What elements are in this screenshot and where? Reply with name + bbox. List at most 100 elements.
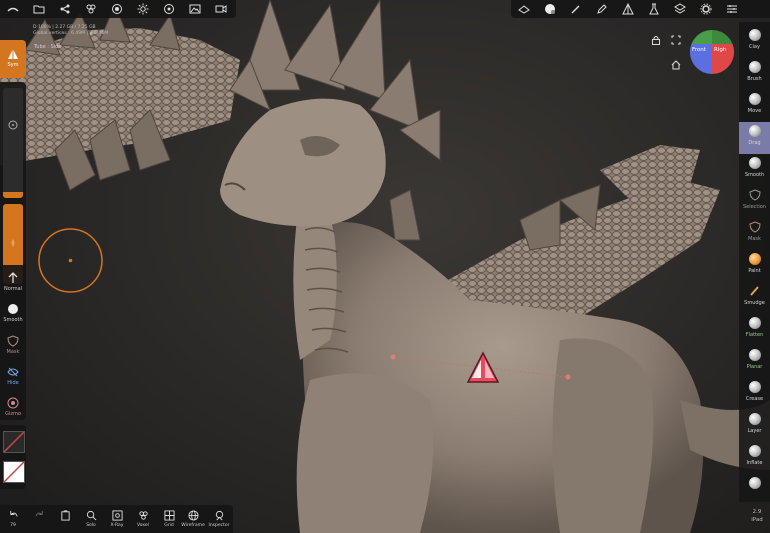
mask-button[interactable]: Mask [0, 335, 26, 355]
tool-more[interactable] [739, 474, 770, 506]
shield-icon [7, 335, 19, 347]
home-icon[interactable] [671, 60, 681, 70]
left-toolbar: Sym Normal Smooth Mask Hide Gizmo [0, 40, 26, 490]
clay-brush-icon [748, 29, 761, 41]
sliders-icon[interactable] [719, 0, 745, 18]
symmetry-icon[interactable] [615, 0, 641, 18]
tool-clay[interactable]: Clay [739, 26, 770, 58]
wireframe-button[interactable]: Wireframe [180, 510, 206, 528]
tool-inflate[interactable]: Inflate [739, 442, 770, 474]
tool-brush[interactable]: Brush [739, 58, 770, 90]
scene-stats: D:100% | 2.27 GB / 7.25 GB Global vertic… [33, 25, 108, 37]
sculpt-viewport[interactable] [0, 0, 770, 533]
platform-label: iPad [751, 517, 763, 523]
xray-icon [111, 510, 123, 521]
flask-icon[interactable] [641, 0, 667, 18]
sym-toggle-button[interactable]: Sym [0, 40, 26, 78]
redo-button[interactable] [26, 510, 52, 523]
normal-button[interactable]: Normal [0, 272, 26, 292]
voxel-button[interactable]: Voxel [130, 510, 156, 528]
image-icon[interactable] [182, 0, 208, 18]
clipboard-icon [60, 510, 70, 521]
tool-selection[interactable]: Selection [739, 186, 770, 218]
gizmo-button[interactable]: Gizmo [0, 397, 26, 417]
scene-graph-icon[interactable] [52, 0, 78, 18]
intensity-icon [11, 239, 15, 247]
mask-shield-icon [748, 221, 761, 233]
gizmo-icon [7, 397, 19, 409]
tool-planar[interactable]: Planar [739, 346, 770, 378]
device-info: 2.9 iPad [745, 508, 769, 524]
color-swatch-panel [0, 425, 26, 489]
arrow-up-icon [8, 272, 18, 283]
tool-mask[interactable]: Mask [739, 218, 770, 250]
selection-shield-icon [748, 189, 761, 201]
no-color-icon [3, 431, 25, 453]
brush-radius-cursor [38, 228, 103, 293]
smooth-sphere-icon [8, 304, 18, 314]
tool-flatten[interactable]: Flatten [739, 314, 770, 346]
planar-brush-icon [748, 349, 761, 361]
left-tools-panel: Normal Smooth Mask Hide Gizmo [0, 265, 26, 420]
symmetry-plane-icon[interactable] [466, 351, 500, 384]
tool-crease-label: Crease [745, 396, 764, 402]
wireframe-label: Wireframe [181, 523, 205, 528]
xray-label: X-Ray [110, 523, 124, 528]
inspector-button[interactable]: Inspector [206, 510, 232, 528]
camera-icon[interactable] [208, 0, 234, 18]
crease-brush-icon [748, 381, 761, 393]
solo-label: Solo [86, 523, 96, 528]
tool-layer[interactable]: Layer [739, 410, 770, 442]
smooth-button[interactable]: Smooth [0, 303, 26, 323]
clipboard-button[interactable] [52, 510, 78, 523]
settings-icon[interactable] [693, 0, 719, 18]
inspector-icon [215, 510, 223, 521]
pen-icon[interactable] [589, 0, 615, 18]
tool-move[interactable]: Move [739, 90, 770, 122]
radius-slider[interactable] [3, 88, 23, 198]
layers-icon[interactable] [667, 0, 693, 18]
light-icon[interactable] [130, 0, 156, 18]
drag-brush-icon [748, 125, 761, 137]
view-cube-gizmo[interactable]: Front Righ [690, 30, 734, 74]
material-icon[interactable] [104, 0, 130, 18]
grid-button[interactable]: Grid [156, 510, 182, 528]
tool-move-label: Move [747, 108, 762, 114]
tool-layer-label: Layer [747, 428, 762, 434]
tool-smudge[interactable]: Smudge [739, 282, 770, 314]
primary-color-swatch[interactable] [3, 461, 25, 483]
tool-drag[interactable]: Drag [739, 122, 770, 154]
xray-button[interactable]: X-Ray [104, 510, 130, 528]
tool-paint[interactable]: Paint [739, 250, 770, 282]
hide-label: Hide [7, 380, 19, 386]
nomad-logo-icon[interactable] [0, 0, 26, 18]
hide-button[interactable]: Hide [0, 366, 26, 386]
tool-clay-label: Clay [749, 44, 760, 50]
voxel-icon [138, 511, 148, 520]
tool-smooth[interactable]: Smooth [739, 154, 770, 186]
material-sphere-icon[interactable] [537, 0, 563, 18]
tool-crease[interactable]: Crease [739, 378, 770, 410]
solo-button[interactable]: Solo [78, 510, 104, 528]
folder-icon[interactable] [26, 0, 52, 18]
top-left-toolbar [0, 0, 236, 18]
smooth-brush-icon [748, 157, 761, 169]
brush-stroke-icon[interactable] [563, 0, 589, 18]
more-brush-icon [748, 477, 761, 489]
objects-icon[interactable] [78, 0, 104, 18]
redo-icon [34, 510, 43, 517]
flatten-brush-icon [748, 317, 761, 329]
topology-icon[interactable] [511, 0, 537, 18]
lock-icon[interactable] [651, 35, 661, 45]
move-brush-icon [748, 93, 761, 105]
inspector-label: Inspector [208, 523, 230, 528]
grid-label: Grid [164, 523, 174, 528]
shading-icon[interactable] [156, 0, 182, 18]
frame-icon[interactable] [671, 35, 681, 45]
topology-label: Tube : Side [34, 44, 62, 50]
bottom-toolbar: 79 Solo X-Ray Voxel Grid Wireframe Inspe… [0, 505, 233, 533]
tool-flatten-label: Flatten [745, 332, 764, 338]
undo-button[interactable]: 79 [0, 510, 26, 528]
symmetry-icon [8, 49, 18, 59]
secondary-color-swatch[interactable] [3, 431, 25, 453]
